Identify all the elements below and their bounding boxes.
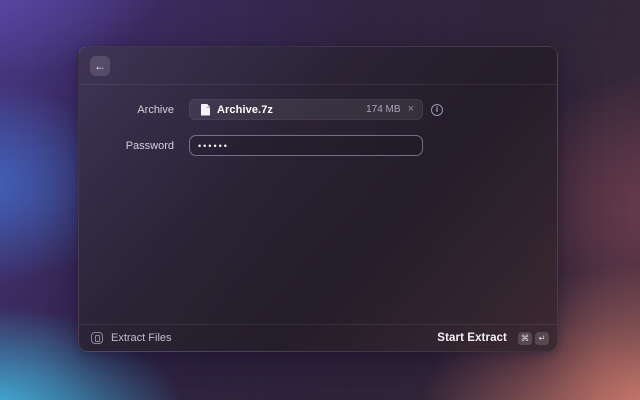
back-button[interactable]: ← xyxy=(90,56,110,76)
window-header: ← xyxy=(79,47,557,85)
extract-files-icon xyxy=(91,332,103,344)
start-extract-button[interactable]: Start Extract xyxy=(437,332,507,344)
footer-action-label: Extract Files xyxy=(111,332,172,344)
window-body-spacer xyxy=(79,171,557,324)
archive-label: Archive xyxy=(79,104,189,116)
window-footer: Extract Files Start Extract ⌘ ↵ xyxy=(79,324,557,351)
extract-window: ← Archive Archive.7z 174 MB × i Password… xyxy=(78,46,558,352)
extract-files-icon-doc xyxy=(95,335,100,342)
document-icon xyxy=(201,104,210,116)
command-key-icon[interactable]: ⌘ xyxy=(518,332,532,345)
password-input[interactable] xyxy=(189,135,423,156)
return-key-icon[interactable]: ↵ xyxy=(535,332,549,345)
info-icon[interactable]: i xyxy=(431,104,443,116)
archive-file-chip[interactable]: Archive.7z 174 MB × xyxy=(189,99,423,120)
archive-size: 174 MB xyxy=(366,104,400,115)
archive-filename: Archive.7z xyxy=(217,104,273,116)
archive-row: Archive Archive.7z 174 MB × i xyxy=(79,99,557,120)
password-label: Password xyxy=(79,140,189,152)
password-row: Password xyxy=(79,135,557,156)
remove-archive-icon[interactable]: × xyxy=(408,104,414,115)
extract-form: Archive Archive.7z 174 MB × i Password xyxy=(79,85,557,171)
footer-right-group: Start Extract ⌘ ↵ xyxy=(437,332,549,345)
